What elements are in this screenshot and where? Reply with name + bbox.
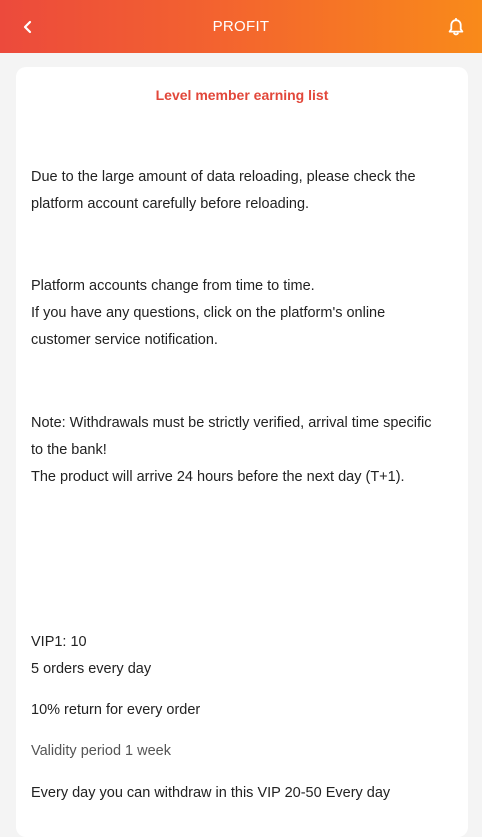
vip-withdraw-limit: Every day you can withdraw in this VIP 2… [31,785,391,801]
card-title: Level member earning list [155,87,329,103]
vip-validity: Validity period 1 week [31,743,171,759]
vip-orders: 5 orders every day [31,661,152,677]
vip-level: VIP1: 10 [31,634,87,650]
page-title: PROFIT [212,18,270,35]
back-button[interactable] [14,13,42,41]
platform-notice-line: customer service notification. [31,332,218,348]
platform-accounts-notice: Platform accounts change from time to ti… [31,273,451,354]
platform-notice-line: If you have any questions, click on the … [31,305,386,321]
withdrawal-note-line: Note: Withdrawals must be strictly verif… [31,415,432,431]
platform-notice-line: Platform accounts change from time to ti… [31,278,315,294]
vip-return: 10% return for every order [31,702,201,718]
header-bar: PROFIT [0,0,482,53]
notifications-button[interactable] [442,13,470,41]
chevron-left-icon [23,20,32,34]
withdrawal-note-line: to the bank! [31,442,107,458]
withdrawal-note-line: The product will arrive 24 hours before … [31,469,405,485]
reload-notice-line: Due to the large amount of data reloadin… [31,169,416,185]
bell-icon [448,17,464,35]
vip-level-info: VIP1: 10 5 orders every day [31,629,451,683]
reload-notice-line: platform account carefully before reload… [31,196,310,212]
reload-notice: Due to the large amount of data reloadin… [31,164,451,218]
withdrawal-note: Note: Withdrawals must be strictly verif… [31,410,451,491]
earning-info-card: Level member earning list Due to the lar… [16,67,468,837]
